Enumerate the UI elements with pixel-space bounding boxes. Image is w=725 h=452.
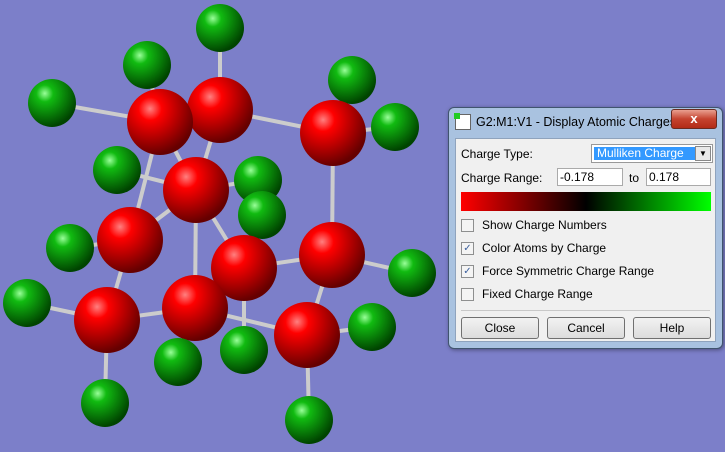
close-window-button[interactable]: x (671, 109, 717, 129)
red-atom[interactable] (97, 207, 163, 273)
show-charge-numbers-checkbox[interactable]: Show Charge Numbers (461, 218, 607, 232)
green-atom[interactable] (348, 303, 396, 351)
green-atom[interactable] (123, 41, 171, 89)
force-symmetric-range-checkbox[interactable]: ✓ Force Symmetric Charge Range (461, 264, 654, 278)
charge-type-value: Mulliken Charge (594, 147, 696, 160)
red-atom[interactable] (187, 77, 253, 143)
help-button[interactable]: Help (633, 317, 711, 339)
red-atom[interactable] (163, 157, 229, 223)
green-atom[interactable] (81, 379, 129, 427)
green-atom[interactable] (93, 146, 141, 194)
green-atom[interactable] (28, 79, 76, 127)
app-icon (454, 113, 471, 130)
checkbox-label: Fixed Charge Range (482, 287, 593, 301)
checkbox-label: Force Symmetric Charge Range (482, 264, 655, 278)
charge-type-label: Charge Type: (461, 147, 533, 161)
red-atom[interactable] (162, 275, 228, 341)
close-button[interactable]: Close (461, 317, 539, 339)
color-atoms-by-charge-checkbox[interactable]: ✓ Color Atoms by Charge (461, 241, 606, 255)
checkbox-box[interactable] (461, 287, 474, 301)
checkbox-box-checked[interactable]: ✓ (461, 241, 474, 255)
checkbox-label: Color Atoms by Charge (482, 241, 607, 255)
checkbox-label: Show Charge Numbers (482, 218, 607, 232)
checkbox-box[interactable] (461, 218, 474, 232)
range-to-label: to (629, 171, 640, 185)
checkbox-box-checked[interactable]: ✓ (461, 264, 474, 278)
close-icon: x (690, 111, 698, 126)
green-atom[interactable] (285, 396, 333, 444)
red-atom[interactable] (299, 222, 365, 288)
charge-range-label: Charge Range: (461, 171, 543, 185)
display-atomic-charges-dialog: G2:M1:V1 - Display Atomic Charges x Char… (448, 107, 723, 349)
green-atom[interactable] (238, 191, 286, 239)
green-atom[interactable] (154, 338, 202, 386)
green-atom[interactable] (371, 103, 419, 151)
green-atom[interactable] (3, 279, 51, 327)
green-atom[interactable] (220, 326, 268, 374)
charge-type-select[interactable]: Mulliken Charge ▼ (591, 144, 713, 163)
charge-color-gradient (461, 192, 711, 211)
fixed-charge-range-checkbox[interactable]: Fixed Charge Range (461, 287, 593, 301)
chevron-down-icon[interactable]: ▼ (695, 146, 711, 161)
red-atom[interactable] (300, 100, 366, 166)
range-min-input[interactable] (557, 168, 623, 186)
dialog-title: G2:M1:V1 - Display Atomic Charges (476, 115, 677, 129)
red-atom[interactable] (74, 287, 140, 353)
green-atom[interactable] (388, 249, 436, 297)
green-atom[interactable] (328, 56, 376, 104)
red-atom[interactable] (274, 302, 340, 368)
divider (461, 310, 710, 311)
red-atom[interactable] (127, 89, 193, 155)
green-atom[interactable] (196, 4, 244, 52)
green-atom[interactable] (46, 224, 94, 272)
range-max-input[interactable] (646, 168, 711, 186)
cancel-button[interactable]: Cancel (547, 317, 625, 339)
